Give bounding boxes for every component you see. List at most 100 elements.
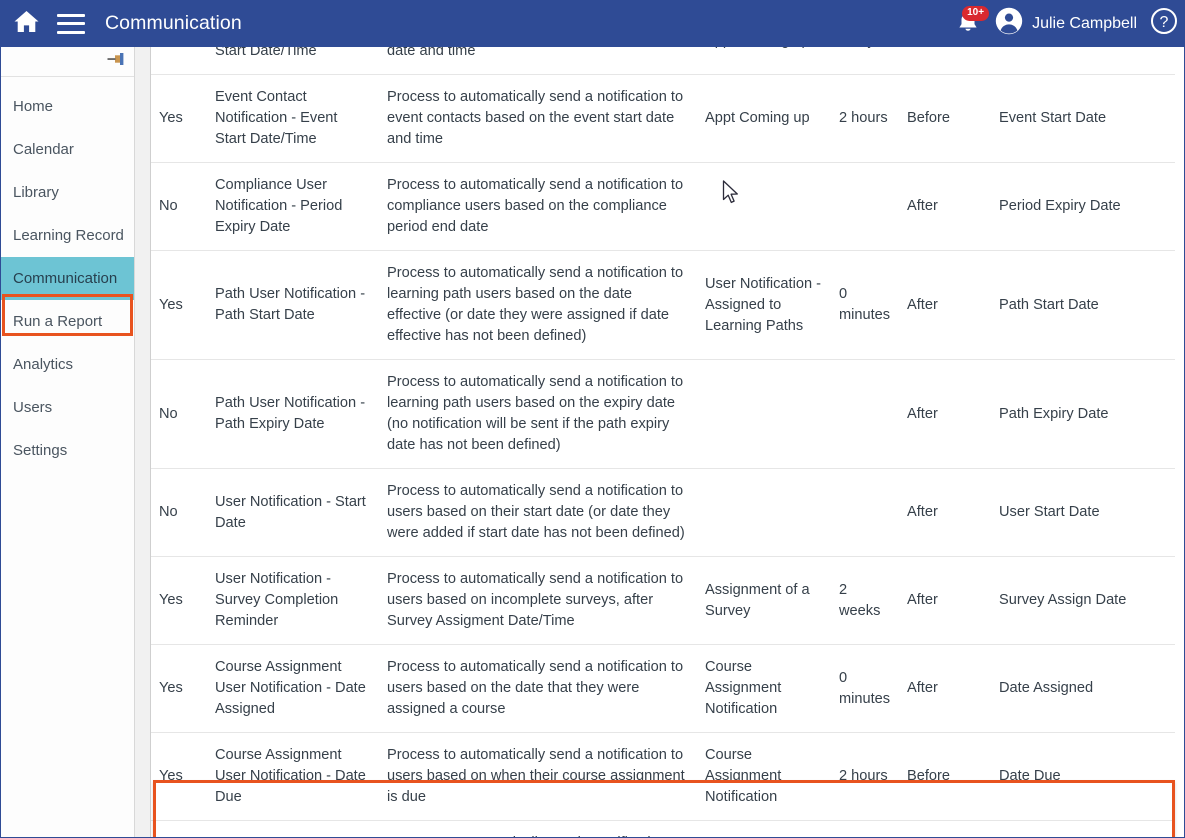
table-row[interactable]: Yes Course Assignment User Notification … bbox=[151, 644, 1175, 733]
home-icon[interactable] bbox=[13, 9, 40, 39]
cell-template: Appt Coming up bbox=[697, 47, 831, 75]
cell-date-field: Period Expiry Date bbox=[991, 162, 1175, 251]
table-row[interactable]: No Path User Notification - Path Expiry … bbox=[151, 359, 1175, 469]
cell-offset bbox=[831, 468, 899, 557]
top-header-bar: Communication 10+ Julie Campbell ? bbox=[0, 0, 1185, 47]
svg-text:?: ? bbox=[1160, 14, 1169, 31]
page-scrollbar-track[interactable] bbox=[135, 47, 151, 838]
cell-offset bbox=[831, 359, 899, 469]
sidebar-item-label: Users bbox=[13, 399, 53, 416]
user-menu[interactable]: Julie Campbell bbox=[994, 6, 1137, 41]
sidebar-item-label: Settings bbox=[13, 442, 68, 459]
cell-name: User Notification - Survey Completion Re… bbox=[207, 556, 379, 645]
notification-processes-table: No Notification - Event Start Date/Time … bbox=[151, 47, 1175, 838]
sidebar-item-home[interactable]: Home bbox=[0, 85, 134, 128]
cell-when: Before bbox=[899, 47, 991, 75]
cell-offset: 0 minutes bbox=[831, 250, 899, 360]
cell-enabled: Yes bbox=[151, 644, 207, 733]
page-title: Communication bbox=[105, 12, 242, 34]
sidebar-item-label: Library bbox=[13, 184, 59, 201]
cell-template: Assignment of a Survey bbox=[697, 556, 831, 645]
cell-description: Process to automatically send a notifica… bbox=[379, 732, 697, 821]
cell-date-field: Date Due bbox=[991, 732, 1175, 821]
sidebar-item-label: Run a Report bbox=[13, 313, 103, 330]
sidebar-item-run-a-report[interactable]: Run a Report bbox=[0, 300, 134, 343]
sidebar-pin-row bbox=[0, 47, 134, 77]
help-question-icon[interactable]: ? bbox=[1150, 7, 1178, 40]
sidebar-item-settings[interactable]: Settings bbox=[0, 429, 134, 472]
notification-badge: 10+ bbox=[962, 5, 990, 21]
table-row[interactable]: No User Notification - Start Date Proces… bbox=[151, 468, 1175, 557]
sidebar-item-library[interactable]: Library bbox=[0, 171, 134, 214]
pin-icon[interactable] bbox=[107, 51, 126, 72]
cell-name: Event Contact Notification - Event Start… bbox=[207, 74, 379, 163]
table-row[interactable]: Yes Path User Notification - Path Start … bbox=[151, 250, 1175, 360]
cell-enabled: Yes bbox=[151, 732, 207, 821]
cell-offset: 0 minutes bbox=[831, 644, 899, 733]
sidebar-item-label: Communication bbox=[13, 270, 118, 287]
cell-when: After bbox=[899, 468, 991, 557]
cell-name: Course Assignment User Notification - Da… bbox=[207, 644, 379, 733]
user-name-label: Julie Campbell bbox=[1032, 14, 1137, 32]
main-content-area: No Notification - Event Start Date/Time … bbox=[151, 47, 1185, 838]
cell-when: After bbox=[899, 820, 991, 838]
sidebar-item-learning-record[interactable]: Learning Record bbox=[0, 214, 134, 257]
cell-description: Process to automatically send a notifica… bbox=[379, 556, 697, 645]
cell-offset: 3 days bbox=[831, 47, 899, 75]
sidebar-item-users[interactable]: Users bbox=[0, 386, 134, 429]
cell-name: User Notification - Certificate Assigned bbox=[207, 820, 379, 838]
cell-when: Before bbox=[899, 732, 991, 821]
table-row[interactable]: Yes User Notification - Survey Completio… bbox=[151, 556, 1175, 645]
cell-when: After bbox=[899, 556, 991, 645]
table-scroll-container: No Notification - Event Start Date/Time … bbox=[151, 47, 1176, 838]
cell-enabled: No bbox=[151, 162, 207, 251]
cell-offset: 2 hours bbox=[831, 74, 899, 163]
cell-enabled: No bbox=[151, 359, 207, 469]
cell-name: Compliance User Notification - Period Ex… bbox=[207, 162, 379, 251]
sidebar-item-list: Home Calendar Library Learning Record Co… bbox=[0, 77, 134, 472]
cell-date-field: Event Start Date bbox=[991, 74, 1175, 163]
cell-template: Course Assignment Notification bbox=[697, 644, 831, 733]
table-row[interactable]: Yes Course Assignment User Notification … bbox=[151, 732, 1175, 821]
notification-bell-icon[interactable]: 10+ bbox=[953, 5, 990, 39]
hamburger-menu-icon[interactable] bbox=[57, 13, 85, 34]
table-row[interactable]: No Notification - Event Start Date/Time … bbox=[151, 47, 1175, 75]
cell-name: Course Assignment User Notification - Da… bbox=[207, 732, 379, 821]
sidebar-item-label: Home bbox=[13, 98, 54, 115]
cell-date-field: Survey Assign Date bbox=[991, 556, 1175, 645]
cell-when: After bbox=[899, 162, 991, 251]
cell-when: After bbox=[899, 644, 991, 733]
sidebar-item-label: Analytics bbox=[13, 356, 74, 373]
cell-template bbox=[697, 820, 831, 838]
cell-offset: 2 hours bbox=[831, 732, 899, 821]
cell-template bbox=[697, 359, 831, 469]
sidebar-item-communication[interactable]: Communication bbox=[0, 257, 134, 300]
application-window: Communication 10+ Julie Campbell ? Home … bbox=[0, 0, 1185, 838]
cell-date-field: Event Start Date bbox=[991, 47, 1175, 75]
header-right-group: 10+ Julie Campbell ? bbox=[953, 5, 1185, 41]
cell-enabled: No bbox=[151, 468, 207, 557]
sidebar-item-analytics[interactable]: Analytics bbox=[0, 343, 134, 386]
cell-template bbox=[697, 468, 831, 557]
sidebar-item-label: Calendar bbox=[13, 141, 74, 158]
cell-description: Process to automatically send a notifica… bbox=[379, 74, 697, 163]
cell-name: Notification - Event Start Date/Time bbox=[207, 47, 379, 75]
cell-when: After bbox=[899, 250, 991, 360]
avatar bbox=[994, 6, 1024, 41]
cell-description: Process to automatically send a notifica… bbox=[379, 162, 697, 251]
cell-description: Process to automatically send a notifica… bbox=[379, 468, 697, 557]
table-vertical-scrollbar[interactable] bbox=[1175, 47, 1184, 838]
sidebar-navigation: Home Calendar Library Learning Record Co… bbox=[0, 47, 135, 838]
cell-name: Path User Notification - Path Start Date bbox=[207, 250, 379, 360]
table-row[interactable]: No Compliance User Notification - Period… bbox=[151, 162, 1175, 251]
cell-date-field: Path Start Date bbox=[991, 250, 1175, 360]
table-row[interactable]: No User Notification - Certificate Assig… bbox=[151, 820, 1175, 838]
cell-enabled: No bbox=[151, 47, 207, 75]
cell-description: Process to automatically send a notifica… bbox=[379, 359, 697, 469]
cell-when: After bbox=[899, 359, 991, 469]
cell-template: Appt Coming up bbox=[697, 74, 831, 163]
cell-name: Path User Notification - Path Expiry Dat… bbox=[207, 359, 379, 469]
sidebar-item-calendar[interactable]: Calendar bbox=[0, 128, 134, 171]
cell-template: Course Assignment Notification bbox=[697, 732, 831, 821]
table-row[interactable]: Yes Event Contact Notification - Event S… bbox=[151, 74, 1175, 163]
